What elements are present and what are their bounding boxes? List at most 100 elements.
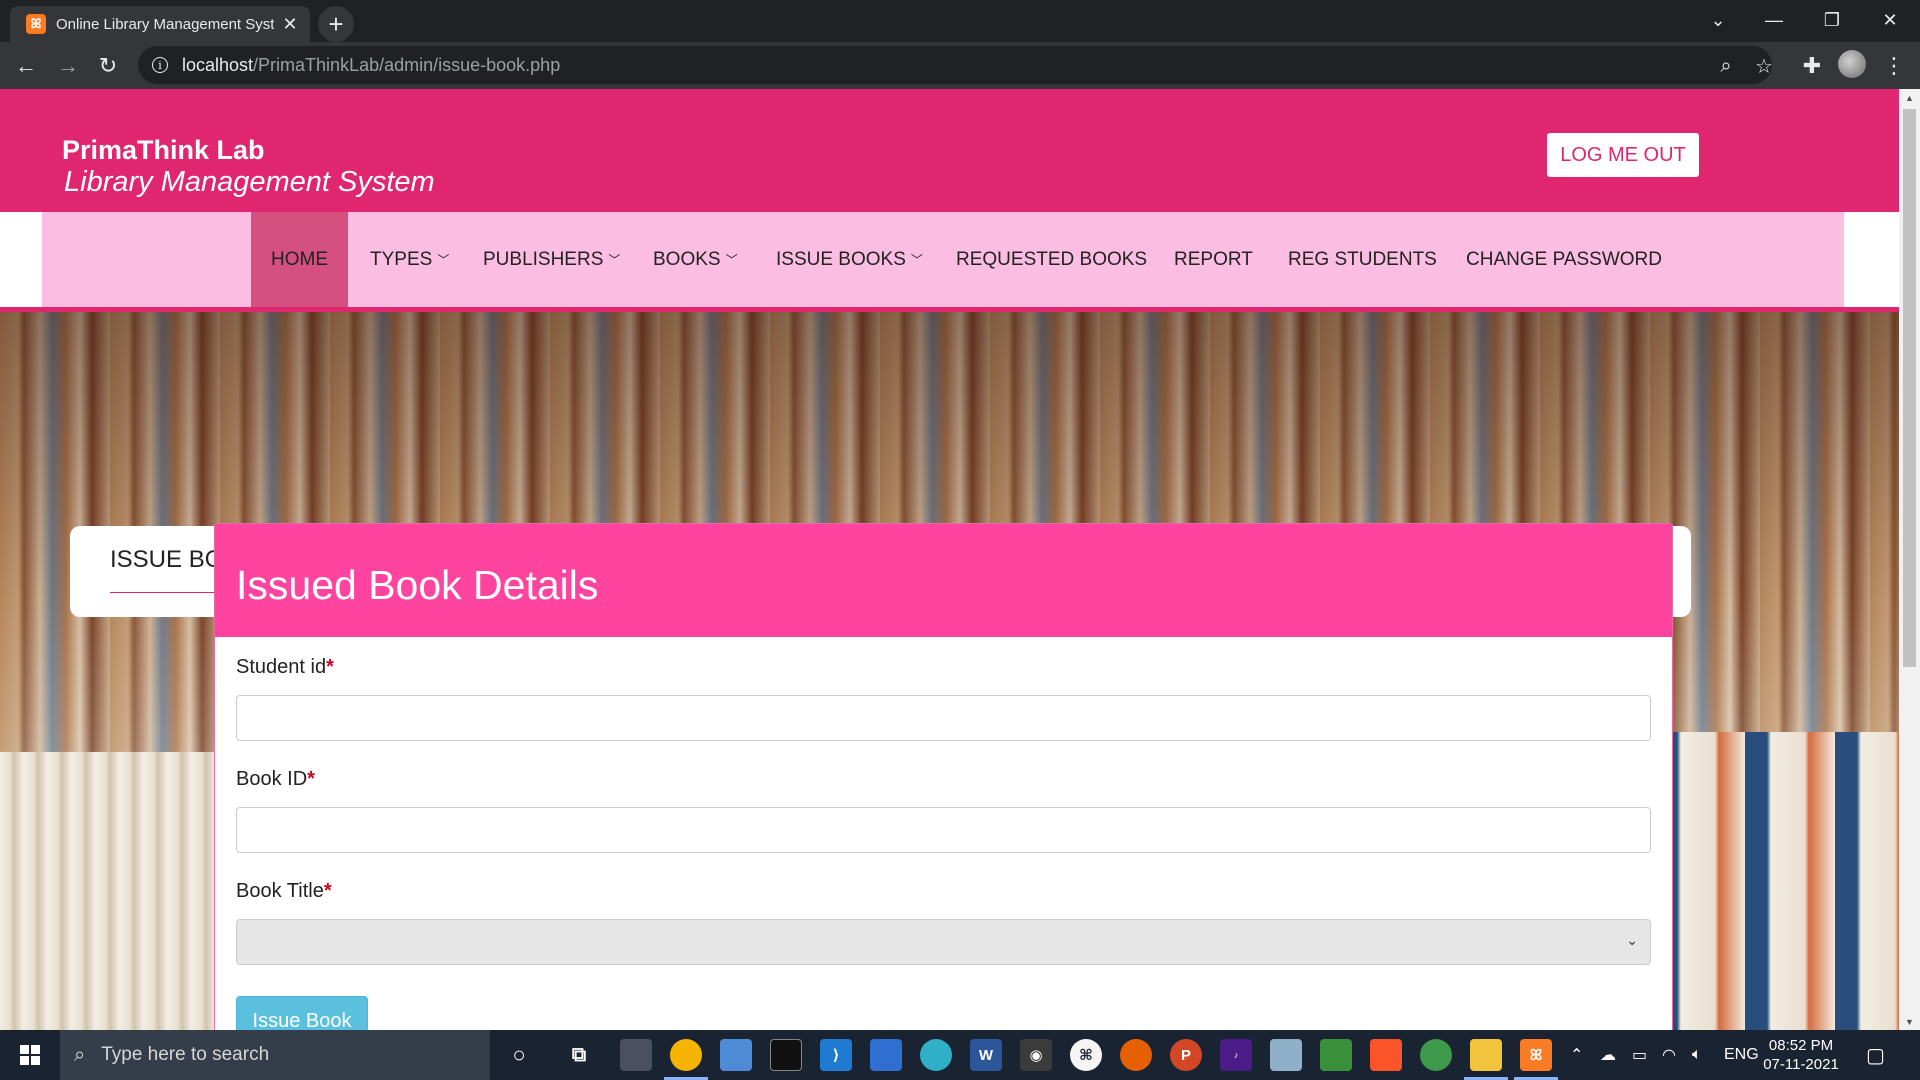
sql-app-icon[interactable] bbox=[620, 1039, 652, 1071]
required-marker: * bbox=[323, 880, 332, 902]
windows-taskbar: ⌕ Type here to search ○ ⧉ ⟩ W ◉ ⌘ P ♪ ꕤ … bbox=[0, 1030, 1920, 1080]
brave-icon[interactable] bbox=[1370, 1039, 1402, 1071]
taskbar-search[interactable]: ⌕ Type here to search bbox=[60, 1030, 490, 1080]
start-button[interactable] bbox=[0, 1030, 60, 1080]
bookmark-star-icon[interactable]: ☆ bbox=[1750, 52, 1778, 80]
logout-button[interactable]: LOG ME OUT bbox=[1547, 133, 1699, 177]
forward-arrow-icon[interactable]: → bbox=[52, 50, 84, 82]
student-id-label-text: Student id bbox=[236, 656, 327, 678]
reload-icon[interactable]: ↻ bbox=[92, 50, 124, 82]
book-title-select[interactable]: ⌄ bbox=[236, 919, 1651, 965]
word-icon[interactable]: W bbox=[970, 1039, 1002, 1071]
chrome-icon[interactable] bbox=[670, 1039, 702, 1071]
required-marker: * bbox=[307, 768, 315, 790]
battery-icon[interactable]: ▭ bbox=[1632, 1030, 1647, 1080]
windows-logo-icon bbox=[20, 1045, 40, 1065]
xampp-favicon-icon: ꕤ bbox=[26, 14, 46, 34]
tray-expand-icon[interactable]: ⌃ bbox=[1570, 1030, 1583, 1080]
nav-label-publishers: PUBLISHERS bbox=[483, 248, 604, 270]
nav-item-publishers[interactable]: PUBLISHERS ﹀ bbox=[483, 212, 620, 307]
chrome-profile-icon[interactable] bbox=[1420, 1039, 1452, 1071]
book-stack-right bbox=[1655, 732, 1899, 1030]
book-id-label-text: Book ID bbox=[236, 768, 308, 790]
form-title: Issued Book Details bbox=[236, 562, 599, 608]
profile-avatar[interactable] bbox=[1838, 50, 1866, 78]
app-circle-icon[interactable]: ⌘ bbox=[1070, 1039, 1102, 1071]
onedrive-icon[interactable]: ☁ bbox=[1600, 1030, 1616, 1080]
nav-item-reg-students[interactable]: REG STUDENTS bbox=[1288, 212, 1437, 307]
book-id-label: Book ID* bbox=[236, 768, 315, 791]
nav-item-report[interactable]: REPORT bbox=[1174, 212, 1253, 307]
address-bar[interactable]: i localhost/PrimaThinkLab/admin/issue-bo… bbox=[138, 46, 1773, 84]
document-app-icon[interactable] bbox=[870, 1039, 902, 1071]
book-id-input[interactable] bbox=[236, 807, 1651, 853]
scroll-down-icon[interactable]: ▼ bbox=[1899, 1013, 1920, 1030]
chevron-down-icon: ﹀ bbox=[725, 253, 738, 267]
taskbar-search-placeholder: Type here to search bbox=[101, 1044, 270, 1065]
site-header: PrimaThink Lab Library Management System… bbox=[0, 89, 1899, 212]
nav-item-issue-books[interactable]: ISSUE BOOKS ﹀ bbox=[776, 212, 923, 307]
tab-search-icon[interactable]: ⌄ bbox=[1690, 0, 1746, 40]
back-arrow-icon[interactable]: ← bbox=[10, 50, 42, 82]
book-stack-left bbox=[0, 752, 235, 1030]
firefox-icon[interactable] bbox=[1120, 1039, 1152, 1071]
wifi-icon[interactable]: ◠ bbox=[1662, 1030, 1676, 1080]
scroll-thumb[interactable] bbox=[1903, 109, 1916, 667]
nav-band: HOME TYPES ﹀ PUBLISHERS ﹀ BOOKS ﹀ ISSUE BOO… bbox=[0, 212, 1899, 307]
page-viewport: PrimaThink Lab Library Management System… bbox=[0, 89, 1899, 1030]
student-id-input[interactable] bbox=[236, 695, 1651, 741]
site-info-icon[interactable]: i bbox=[152, 57, 168, 73]
xampp-icon[interactable]: ꕤ bbox=[1520, 1039, 1552, 1071]
camera-icon[interactable]: ◉ bbox=[1020, 1039, 1052, 1071]
nav-label-change-password: CHANGE PASSWORD bbox=[1466, 248, 1663, 270]
browser-tab[interactable]: ꕤ Online Library Management System ✕ bbox=[10, 6, 310, 42]
edge-icon[interactable] bbox=[920, 1039, 952, 1071]
url-host: localhost bbox=[182, 54, 254, 75]
issue-book-button[interactable]: Issue Book bbox=[236, 996, 368, 1030]
chrome-menu-icon[interactable]: ⋮ bbox=[1878, 50, 1910, 82]
search-icon: ⌕ bbox=[74, 1043, 86, 1066]
notifications-icon[interactable]: ▢ bbox=[1866, 1030, 1885, 1080]
minimize-button[interactable]: — bbox=[1746, 0, 1802, 40]
issue-book-form: Issued Book Details Student id* Book ID*… bbox=[214, 523, 1673, 1030]
tab-close-icon[interactable]: ✕ bbox=[280, 14, 300, 35]
browser-titlebar: ꕤ Online Library Management System ✕ + ⌄… bbox=[0, 0, 1920, 42]
vscode-icon[interactable]: ⟩ bbox=[820, 1039, 852, 1071]
nav-label-report: REPORT bbox=[1174, 248, 1253, 270]
nav-label-issue-books: ISSUE BOOKS bbox=[776, 248, 906, 270]
spreadsheet-app-icon[interactable] bbox=[1320, 1039, 1352, 1071]
scroll-up-icon[interactable]: ▲ bbox=[1899, 89, 1920, 106]
nav-item-types[interactable]: TYPES ﹀ bbox=[370, 212, 449, 307]
required-marker: * bbox=[326, 656, 334, 678]
amazon-music-icon[interactable]: ♪ bbox=[1220, 1039, 1252, 1071]
student-id-label: Student id* bbox=[236, 656, 334, 679]
book-title-label-text: Book Title bbox=[236, 880, 324, 902]
nav-item-home[interactable]: HOME bbox=[251, 212, 348, 307]
nav-item-requested-books[interactable]: REQUESTED BOOKS bbox=[956, 212, 1147, 307]
close-window-button[interactable]: ✕ bbox=[1862, 0, 1918, 40]
terminal-icon[interactable] bbox=[770, 1039, 802, 1071]
nav-item-books[interactable]: BOOKS ﹀ bbox=[653, 212, 738, 307]
task-view-icon[interactable]: ⧉ bbox=[563, 1039, 595, 1071]
nav-label-books: BOOKS bbox=[653, 248, 721, 270]
zoom-icon[interactable]: ⌕ bbox=[1712, 52, 1740, 80]
volume-icon[interactable]: 🔈︎ bbox=[1692, 1030, 1702, 1080]
restore-button[interactable]: ❐ bbox=[1804, 0, 1860, 40]
chevron-down-icon: ﹀ bbox=[608, 253, 621, 267]
taskbar-clock[interactable]: 08:52 PM 07-11-2021 bbox=[1756, 1036, 1846, 1074]
brand-name: PrimaThink Lab bbox=[62, 135, 265, 165]
cortana-icon[interactable]: ○ bbox=[503, 1039, 535, 1071]
nav-label-reg-students: REG STUDENTS bbox=[1288, 248, 1437, 270]
browser-toolbar: ← → ↻ i localhost/PrimaThinkLab/admin/is… bbox=[0, 42, 1920, 89]
notes-app-icon[interactable] bbox=[1270, 1039, 1302, 1071]
powerpoint-icon[interactable]: P bbox=[1170, 1039, 1202, 1071]
page-scrollbar[interactable]: ▲ ▼ bbox=[1899, 89, 1920, 1030]
language-indicator[interactable]: ENG bbox=[1724, 1030, 1759, 1080]
file-transfer-icon[interactable] bbox=[720, 1039, 752, 1071]
extensions-puzzle-icon[interactable]: ✚ bbox=[1796, 50, 1828, 82]
tab-title: Online Library Management System bbox=[56, 15, 274, 33]
nav-item-change-password[interactable]: CHANGE PASSWORD bbox=[1466, 212, 1662, 307]
file-explorer-icon[interactable] bbox=[1470, 1039, 1502, 1071]
new-tab-button[interactable]: + bbox=[318, 6, 354, 42]
clock-time: 08:52 PM bbox=[1768, 1037, 1834, 1054]
